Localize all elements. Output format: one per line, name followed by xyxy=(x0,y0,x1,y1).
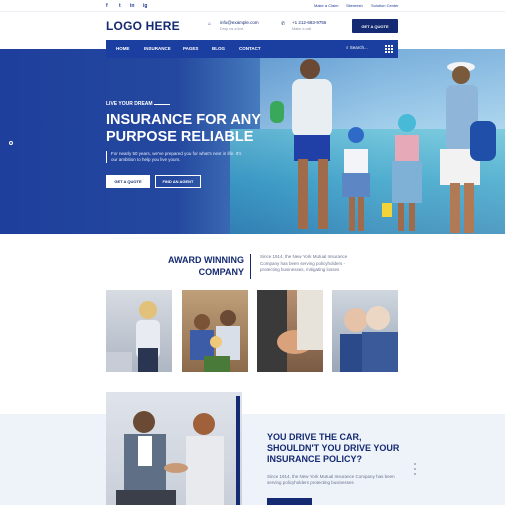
nav-item-contact[interactable]: CONTACT xyxy=(239,46,261,51)
logo[interactable]: LOGO HERE xyxy=(106,19,180,33)
photo-accent-bar xyxy=(236,396,240,505)
header-quote-button[interactable]: GET A QUOTE xyxy=(352,19,398,33)
carousel-dots[interactable] xyxy=(413,463,417,478)
drive-title: YOU DRIVE THE CAR, SHOULDN'T YOU DRIVE Y… xyxy=(267,432,400,464)
hero-eyebrow: LIVE YOUR DREAM xyxy=(106,101,153,107)
eyebrow-line xyxy=(154,104,170,105)
facebook-icon[interactable]: f xyxy=(106,3,108,9)
award-title-line2: COMPANY xyxy=(198,267,244,277)
hero-quote-label: GET A QUOTE xyxy=(114,179,142,184)
drive-text: Since 1914, the New York Mutual Insuranc… xyxy=(267,474,395,485)
slider-dot[interactable] xyxy=(9,141,13,145)
instagram-icon[interactable]: ig xyxy=(143,3,147,9)
drive-section xyxy=(0,414,505,505)
email-subtext: Drop us a line xyxy=(220,27,244,31)
top-bar: f t in ig Make a Claim Sitemesh Solution… xyxy=(0,0,505,12)
team-photo-2 xyxy=(182,290,248,372)
handshake-photo xyxy=(106,392,242,505)
hero-quote-button[interactable]: GET A QUOTE xyxy=(106,175,150,188)
search-icon: ⌕ xyxy=(346,45,349,50)
hero-description: For nearly 50 years, we've prepared you … xyxy=(106,151,246,163)
nav-item-pages[interactable]: PAGES xyxy=(183,46,198,51)
linkedin-icon[interactable]: in xyxy=(130,3,134,9)
hero-agent-label: FIND AN AGENT xyxy=(162,179,194,184)
main-nav: HOME INSURANCE PAGES BLOG CONTACT ⌕ Sear… xyxy=(106,40,398,58)
twitter-icon[interactable]: t xyxy=(119,3,121,9)
header-email[interactable]: info@example.com Drop us a line xyxy=(220,20,259,32)
nav-item-insurance[interactable]: INSURANCE xyxy=(144,46,171,51)
top-link-sitemesh[interactable]: Sitemesh xyxy=(346,3,363,8)
team-photo-4 xyxy=(332,290,398,372)
team-photo-1 xyxy=(106,290,172,372)
award-divider xyxy=(250,254,251,279)
hero-agent-button[interactable]: FIND AN AGENT xyxy=(155,175,201,188)
award-title-line1: AWARD WINNING xyxy=(168,255,244,265)
home-icon: ⌂ xyxy=(208,21,212,27)
drive-button[interactable] xyxy=(267,498,312,505)
award-title: AWARD WINNING COMPANY xyxy=(150,254,244,278)
team-photo-3 xyxy=(257,290,323,372)
nav-item-home[interactable]: HOME xyxy=(116,46,130,51)
grid-icon[interactable] xyxy=(385,45,393,53)
nav-item-blog[interactable]: BLOG xyxy=(212,46,225,51)
header-phone[interactable]: +1 212-683-9756 Make a call xyxy=(292,20,326,32)
hero-title: INSURANCE FOR ANY PURPOSE RELIABLE xyxy=(106,112,261,145)
phone-subtext: Make a call xyxy=(292,27,312,31)
award-text: Since 1914, the New York Mutual Insuranc… xyxy=(260,254,348,272)
phone-icon: ✆ xyxy=(281,21,286,27)
nav-search[interactable]: ⌕ Search... xyxy=(346,45,368,50)
top-link-solution[interactable]: Solution Center xyxy=(371,3,399,8)
quote-button-label: GET A QUOTE xyxy=(361,23,389,29)
top-link-claim[interactable]: Make a Claim xyxy=(314,3,338,8)
search-label: Search... xyxy=(349,45,368,50)
